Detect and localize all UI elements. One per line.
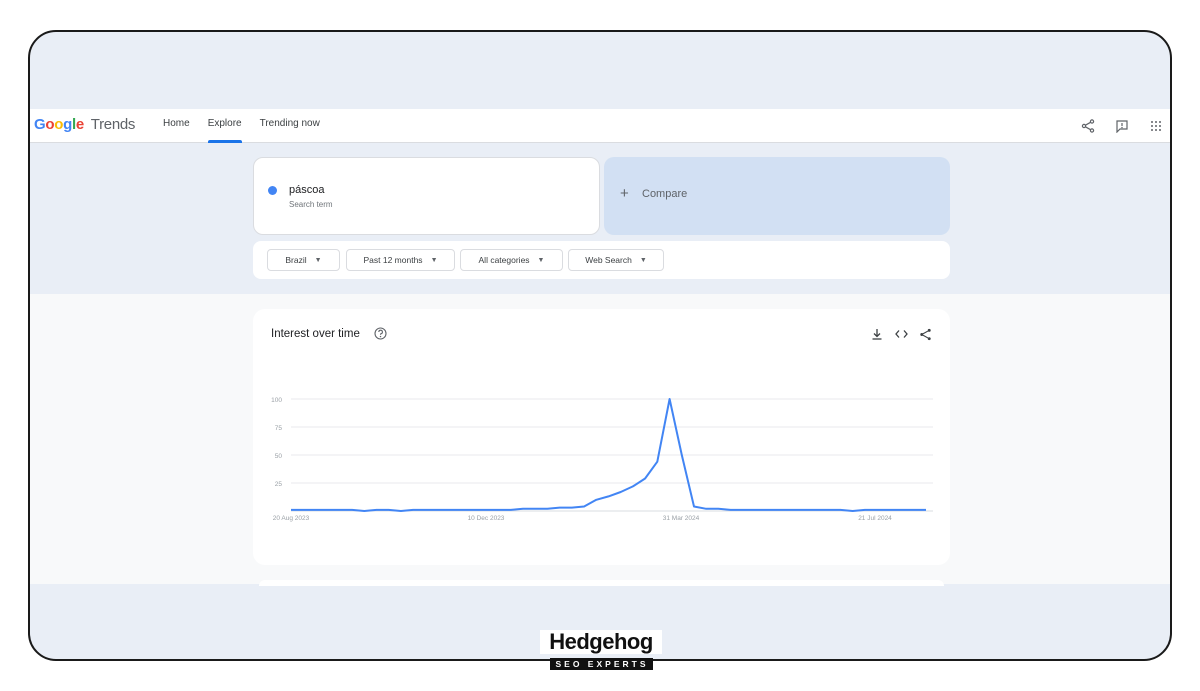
y-tick-label: 50: [275, 453, 283, 460]
top-actions: [1080, 109, 1164, 143]
interest-line-chart[interactable]: 25 50 75 100 20 Aug 2023 10 Dec 2023 31 Mar 20…: [253, 309, 950, 565]
dropdown-arrow-icon: ▼: [639, 256, 647, 264]
x-tick-label: 31 Mar 2024: [663, 515, 700, 522]
top-app-bar: Google Trends Home Explore Trending now: [30, 109, 1170, 143]
brand-tagline: SEO EXPERTS: [549, 658, 653, 670]
screenshot-frame: Google Trends Home Explore Trending now …: [28, 30, 1172, 661]
period-filter[interactable]: Past 12 months ▼: [346, 249, 455, 271]
plus-icon: +: [620, 185, 629, 202]
category-filter[interactable]: All categories ▼: [460, 249, 563, 271]
trends-wordmark: Trends: [90, 116, 136, 133]
term-color-dot: [268, 186, 277, 195]
apps-grid-icon[interactable]: [1148, 118, 1164, 134]
x-tick-label: 21 Jul 2024: [858, 515, 892, 522]
nav-home[interactable]: Home: [154, 109, 199, 143]
search-term[interactable]: páscoa: [289, 184, 324, 196]
nav-explore[interactable]: Explore: [199, 109, 251, 143]
filter-bar: Brazil ▼ Past 12 months ▼ All categories ▼ …: [253, 241, 950, 279]
y-tick-label: 100: [271, 397, 282, 404]
dropdown-arrow-icon: ▼: [314, 256, 322, 264]
dropdown-arrow-icon: ▼: [430, 256, 438, 264]
dropdown-arrow-icon: ▼: [537, 256, 545, 264]
category-filter-label: All categories: [478, 255, 530, 265]
region-filter[interactable]: Brazil ▼: [267, 249, 340, 271]
brand-name: Hedgehog: [540, 630, 662, 654]
search-term-card[interactable]: páscoa Search term: [253, 157, 600, 235]
share-icon[interactable]: [1080, 118, 1096, 134]
feedback-icon[interactable]: [1114, 118, 1130, 134]
compare-label: Compare: [642, 188, 688, 200]
search-type-filter[interactable]: Web Search ▼: [568, 249, 664, 271]
search-term-type: Search term: [289, 200, 333, 209]
main-nav: Home Explore Trending now: [154, 109, 329, 143]
y-tick-label: 25: [275, 481, 283, 488]
period-filter-label: Past 12 months: [363, 255, 423, 265]
hedgehog-brand: Hedgehog SEO EXPERTS: [540, 630, 662, 672]
nav-trending-now[interactable]: Trending now: [251, 109, 329, 143]
search-type-filter-label: Web Search: [585, 255, 632, 265]
x-tick-label: 10 Dec 2023: [468, 515, 505, 522]
compare-button[interactable]: + Compare: [604, 157, 950, 235]
y-tick-label: 75: [275, 425, 283, 432]
google-wordmark: Google: [34, 116, 84, 133]
x-tick-label: 20 Aug 2023: [273, 515, 310, 522]
google-trends-logo[interactable]: Google Trends: [34, 116, 135, 133]
next-card-edge: [259, 580, 944, 586]
region-filter-label: Brazil: [285, 255, 307, 265]
interest-over-time-card: Interest over time 25 50 75 100 20 Aug 2023 1…: [253, 309, 950, 565]
